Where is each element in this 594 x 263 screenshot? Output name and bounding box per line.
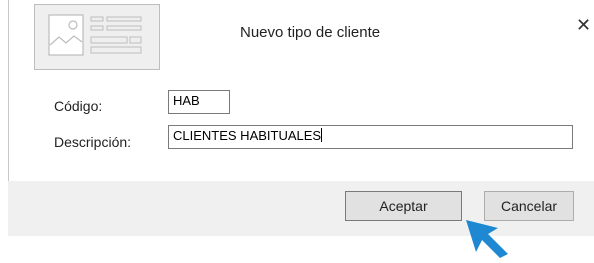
description-label: Descripción: [54, 134, 132, 150]
code-field[interactable]: HAB [168, 90, 230, 114]
accept-button[interactable]: Aceptar [345, 191, 462, 221]
dialog-title: Nuevo tipo de cliente [240, 24, 381, 41]
description-field[interactable]: CLIENTES HABITUALES [168, 125, 573, 149]
code-label: Código: [54, 98, 103, 114]
cancel-button[interactable]: Cancelar [484, 191, 574, 221]
close-icon[interactable]: ✕ [576, 16, 591, 34]
code-value: HAB [173, 93, 200, 108]
new-client-type-dialog: Nuevo tipo de cliente ✕ Código: HAB Desc… [8, 0, 594, 236]
text-caret [321, 128, 323, 142]
arrow-pointer-icon [464, 218, 514, 258]
description-value: CLIENTES HABITUALES [173, 128, 322, 143]
image-placeholder-icon [34, 4, 160, 70]
